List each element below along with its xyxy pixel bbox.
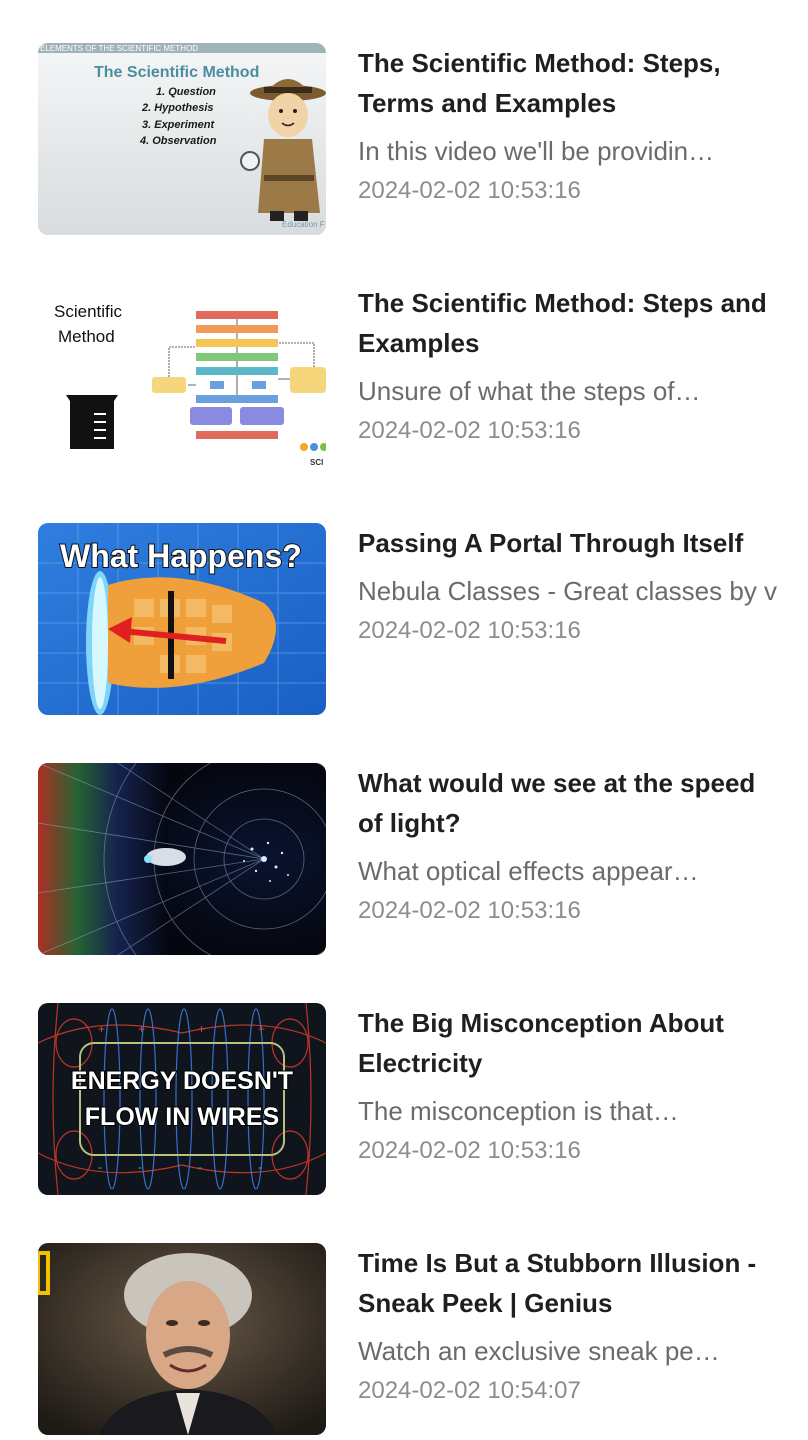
video-title[interactable]: The Scientific Method: Steps and Example…: [358, 283, 768, 363]
svg-text:-: -: [98, 1160, 102, 1174]
video-thumbnail[interactable]: [38, 763, 326, 955]
video-title[interactable]: The Scientific Method: Steps, Terms and …: [358, 43, 768, 123]
video-date: 2024-02-02 10:54:07: [358, 1377, 581, 1404]
video-info: Time Is But a Stubborn Illusion - Sneak …: [358, 1243, 808, 1411]
video-title[interactable]: The Big Misconception About Electricity: [358, 1003, 768, 1083]
thumbnail-step: 3. Experiment: [142, 119, 215, 131]
svg-text:+: +: [138, 1022, 145, 1036]
thumbnail-step: 1. Question: [156, 86, 216, 98]
video-item[interactable]: + + + + - - - - ENERGY DOESN'T FLOW IN WIRES T…: [0, 1003, 808, 1195]
svg-text:+: +: [198, 1022, 205, 1036]
video-thumbnail[interactable]: Scientific Method SCI: [38, 283, 326, 475]
video-title[interactable]: Passing A Portal Through Itself: [358, 523, 768, 563]
video-thumbnail[interactable]: ELEMENTS OF THE SCIENTIFIC METHOD The Sc…: [38, 43, 326, 235]
thumbnail-electricity: + + + + - - - - ENERGY DOESN'T FLOW IN WIRES: [38, 1003, 326, 1195]
video-item[interactable]: What would we see at the speed of light?…: [0, 763, 808, 955]
video-date: 2024-02-02 10:53:16: [358, 617, 581, 644]
video-date: 2024-02-02 10:53:16: [358, 897, 581, 924]
thumbnail-step: 4. Observation: [139, 135, 217, 147]
video-item[interactable]: ELEMENTS OF THE SCIENTIFIC METHOD The Sc…: [0, 43, 808, 235]
svg-text:-: -: [138, 1160, 142, 1174]
video-info: The Big Misconception About Electricity …: [358, 1003, 808, 1171]
video-description: Unsure of what the steps of…: [358, 376, 701, 406]
svg-text:-: -: [258, 1160, 262, 1174]
video-description: Nebula Classes - Great classes by v: [358, 576, 778, 606]
video-thumbnail[interactable]: What Happens?: [38, 523, 326, 715]
video-info: The Scientific Method: Steps, Terms and …: [358, 43, 808, 211]
thumbnail-banner: ELEMENTS OF THE SCIENTIFIC METHOD: [40, 44, 198, 53]
thumbnail-portal: What Happens?: [38, 523, 326, 715]
thumbnail-genius-portrait: [38, 1243, 326, 1435]
video-description: What optical effects appear…: [358, 856, 699, 886]
thumbnail-scientific-method-flowchart: Scientific Method SCI: [38, 283, 326, 475]
video-info: Passing A Portal Through Itself Nebula C…: [358, 523, 808, 651]
thumbnail-caption: What Happens?: [60, 538, 302, 574]
thumbnail-heading: The Scientific Method: [94, 64, 259, 81]
video-thumbnail[interactable]: + + + + - - - - ENERGY DOESN'T FLOW IN WIRES: [38, 1003, 326, 1195]
video-item[interactable]: Time Is But a Stubborn Illusion - Sneak …: [0, 1243, 808, 1435]
thumbnail-caption: FLOW IN WIRES: [85, 1103, 279, 1131]
video-info: The Scientific Method: Steps and Example…: [358, 283, 808, 451]
video-item[interactable]: Scientific Method SCI The Scientific Met…: [0, 283, 808, 475]
video-item[interactable]: What Happens? Passing A Portal Through I…: [0, 523, 808, 715]
logo-icon: [300, 443, 326, 451]
svg-text:+: +: [98, 1022, 105, 1036]
video-date: 2024-02-02 10:53:16: [358, 417, 581, 444]
video-info: What would we see at the speed of light?…: [358, 763, 808, 931]
video-description: Watch an exclusive sneak pe…: [358, 1336, 720, 1366]
video-description: The misconception is that…: [358, 1096, 679, 1126]
thumbnail-speed-of-light: [38, 763, 326, 955]
thumbnail-logo-text: SCI: [310, 458, 323, 467]
svg-text:+: +: [258, 1022, 265, 1036]
video-title[interactable]: Time Is But a Stubborn Illusion - Sneak …: [358, 1243, 768, 1323]
beaker-icon: [66, 395, 118, 449]
video-thumbnail[interactable]: [38, 1243, 326, 1435]
video-date: 2024-02-02 10:53:16: [358, 177, 581, 204]
video-date: 2024-02-02 10:53:16: [358, 1137, 581, 1164]
thumbnail-scientific-method-cartoon: ELEMENTS OF THE SCIENTIFIC METHOD The Sc…: [38, 43, 326, 235]
thumbnail-caption: ENERGY DOESN'T: [71, 1067, 293, 1095]
video-title[interactable]: What would we see at the speed of light?: [358, 763, 768, 843]
video-description: In this video we'll be providin…: [358, 136, 715, 166]
thumbnail-label: Scientific: [54, 302, 123, 321]
svg-text:-: -: [198, 1160, 202, 1174]
thumbnail-step: 2. Hypothesis: [141, 102, 214, 114]
thumbnail-label: Method: [58, 327, 115, 346]
thumbnail-credit: Education F: [282, 220, 325, 229]
